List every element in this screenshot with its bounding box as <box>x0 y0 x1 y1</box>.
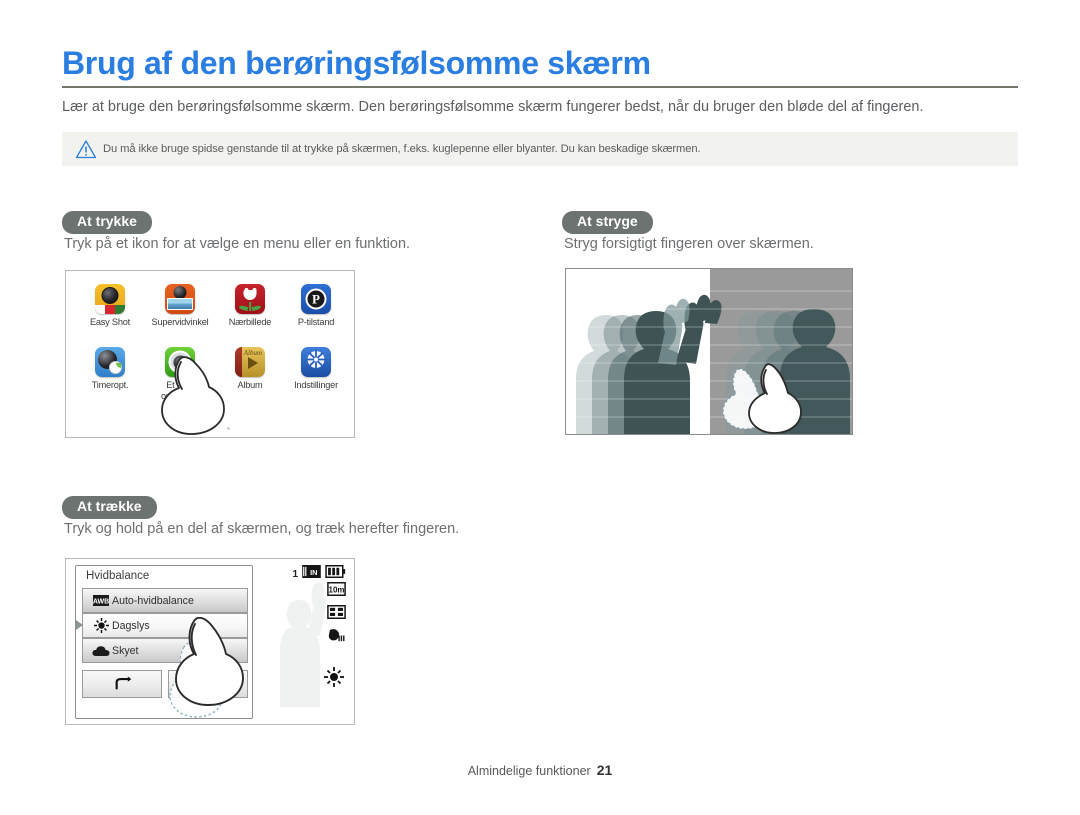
footer: Almindelige funktioner 21 <box>0 762 1080 778</box>
swipe-illustration-panel <box>565 268 853 435</box>
app-label: Et tryk- optagelse <box>160 380 200 401</box>
page-indicator-dots <box>66 424 354 430</box>
p-mode-icon: P <box>301 284 331 314</box>
wb-option-cloudy[interactable]: Skyet <box>82 638 248 663</box>
svg-text:10m: 10m <box>329 585 345 594</box>
easy-shot-icon <box>95 284 125 314</box>
drag-illustration-panel: Hvidbalance AWB Auto-hvidbalance Dagslys… <box>65 558 355 725</box>
self-timer-icon <box>95 347 125 377</box>
svg-text:AWB: AWB <box>93 598 109 605</box>
app-tile-timeropt[interactable]: Timeropt. <box>74 347 146 391</box>
caution-text: Du må ikke bruge spidse genstande til at… <box>103 143 701 155</box>
camera-lcd-screen: Hvidbalance AWB Auto-hvidbalance Dagslys… <box>75 565 253 719</box>
app-label: Album <box>237 380 263 390</box>
p-mode-glyph: P <box>305 288 327 310</box>
wide-angle-icon <box>165 284 195 314</box>
resolution-icon: 10m <box>327 582 346 601</box>
section-pill-drag: At trække <box>62 496 157 519</box>
app-tile-album[interactable]: Album Album <box>214 347 286 391</box>
wb-option-auto[interactable]: AWB Auto-hvidbalance <box>82 588 248 613</box>
section-desc-swipe: Stryg forsigtigt fingeren over skærmen. <box>564 236 814 252</box>
battery-full-icon <box>325 565 346 583</box>
page-dot-active[interactable] <box>189 424 196 430</box>
ok-button[interactable] <box>168 670 248 698</box>
page-dot[interactable] <box>210 427 213 430</box>
wb-option-label: Dagslys <box>112 619 150 632</box>
wb-option-label: Skyet <box>112 644 139 657</box>
app-label: Nærbillede <box>228 317 272 327</box>
app-label: Easy Shot <box>89 317 131 327</box>
camera-status-overlay: 1 IN 10m <box>262 563 348 713</box>
caution-box: Du må ikke bruge spidse genstande til at… <box>62 132 1018 166</box>
intro-paragraph: Lær at bruge den berøringsfølsomme skærm… <box>62 99 924 115</box>
wb-daylight-indicator-icon <box>324 667 344 692</box>
status-top-row: 1 IN <box>292 565 346 583</box>
burst-icon <box>327 628 346 648</box>
swipe-illustration-art <box>566 269 852 434</box>
cloud-icon <box>90 645 112 657</box>
section-pill-tap: At trykke <box>62 211 152 234</box>
settings-gear-icon <box>301 347 331 377</box>
macro-flower-icon <box>235 284 265 314</box>
quality-icon <box>327 605 346 624</box>
album-script-text: Album <box>243 349 262 357</box>
app-tile-et-tryk-optagelse[interactable]: Et tryk- optagelse <box>144 347 216 402</box>
back-arrow-icon <box>115 676 132 690</box>
menu-title: Hvidbalance <box>86 570 150 582</box>
app-label: Timeropt. <box>91 380 129 390</box>
warning-triangle-icon <box>69 132 103 166</box>
wb-option-label: Auto-hvidbalance <box>112 594 194 607</box>
one-touch-shot-icon <box>165 347 195 377</box>
svg-text:IN: IN <box>310 568 317 577</box>
app-tile-p-tilstand[interactable]: P P-tilstand <box>280 284 352 328</box>
app-label: Supervidvinkel <box>151 317 209 327</box>
page-dot[interactable] <box>227 427 231 430</box>
status-icon-stack: 10m <box>327 582 346 648</box>
app-tile-naerbillede[interactable]: Nærbillede <box>214 284 286 328</box>
footer-label: Almindelige funktioner <box>467 764 591 778</box>
app-label: Indstillinger <box>294 380 338 390</box>
shots-remaining-count: 1 <box>292 568 298 580</box>
sun-icon <box>90 618 112 633</box>
awb-icon: AWB <box>90 595 112 606</box>
title-divider <box>62 86 1018 88</box>
album-icon: Album <box>235 347 265 377</box>
camera-icon-grid: Easy Shot Supervidvinkel Nærbillede P P-… <box>66 271 354 437</box>
tap-illustration-panel: Easy Shot Supervidvinkel Nærbillede P P-… <box>65 270 355 438</box>
app-tile-easy-shot[interactable]: Easy Shot <box>74 284 146 328</box>
back-button[interactable] <box>82 670 162 698</box>
section-desc-tap: Tryk på et ikon for at vælge en menu ell… <box>64 236 411 252</box>
section-desc-drag: Tryk og hold på en del af skærmen, og tr… <box>64 521 460 537</box>
section-pill-swipe: At stryge <box>562 211 653 234</box>
memory-chip-icon: IN <box>302 565 321 583</box>
wb-option-daylight[interactable]: Dagslys <box>82 613 248 638</box>
selection-caret-icon <box>76 620 83 630</box>
app-tile-supervidvinkel[interactable]: Supervidvinkel <box>144 284 216 328</box>
confirm-arrow-icon <box>200 676 215 691</box>
app-label: P-tilstand <box>297 317 335 327</box>
page-title: Brug af den berøringsfølsomme skærm <box>62 45 651 81</box>
app-tile-indstillinger[interactable]: Indstillinger <box>280 347 352 391</box>
page-number: 21 <box>596 762 613 778</box>
